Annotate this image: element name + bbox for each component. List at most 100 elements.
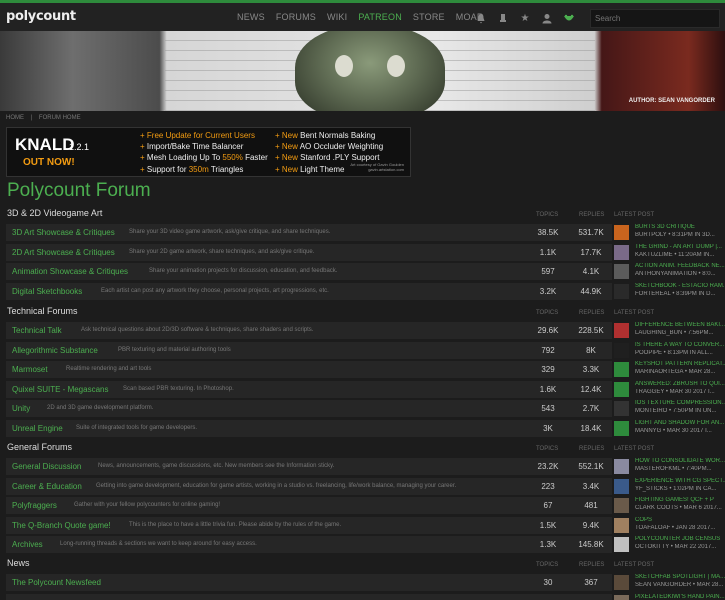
latest-post-avatar[interactable]	[614, 517, 629, 533]
latest-post-avatar[interactable]	[614, 420, 629, 436]
nav-forums[interactable]: FORUMS	[276, 12, 316, 22]
latest-post-title-link[interactable]: IS THERE A WAY TO CONVER...	[635, 342, 725, 348]
latest-post: ACTION ANIM. FEEDBACK NE... ANTHONYANIMAT…	[614, 263, 725, 280]
latest-post-avatar[interactable]	[614, 362, 629, 377]
section-title[interactable]: General Forums	[7, 442, 72, 452]
nav-store[interactable]: STORE	[413, 12, 445, 22]
latest-post-avatar[interactable]	[614, 323, 629, 338]
forum-name-link[interactable]: Polyfraggers	[12, 501, 57, 510]
ad-brand: KNALD	[15, 135, 75, 154]
section-title[interactable]: Technical Forums	[7, 306, 78, 316]
latest-post-meta: MANNYG • MAR 30 2017 I...	[635, 427, 712, 434]
latest-post-title-link[interactable]: BURTS 3D CRITIQUE	[635, 224, 725, 230]
bookmark-star-icon[interactable]: ★	[514, 11, 536, 25]
latest-post-meta: FORTEREAL • 8:39PM IN D...	[635, 290, 716, 297]
forum-name-link[interactable]: Digital Sketchbooks	[12, 287, 82, 296]
latest-post-avatar[interactable]	[614, 381, 629, 397]
notifications-bell-icon[interactable]	[470, 11, 492, 25]
latest-post-avatar[interactable]	[614, 264, 629, 279]
latest-post-title-link[interactable]: THE GRIND - AN ART DUMP |...	[635, 244, 725, 250]
latest-post-avatar[interactable]	[614, 459, 629, 474]
latest-post-avatar[interactable]	[614, 478, 629, 494]
latest-post-avatar[interactable]	[614, 225, 629, 240]
nav-wiki[interactable]: WIKI	[327, 12, 347, 22]
breadcrumb-home[interactable]: HOME	[6, 115, 24, 121]
latest-post-title-link[interactable]: LIGHT AND SHADOW FOR AN...	[635, 420, 725, 426]
col-replies-header: REPLIES	[579, 562, 605, 568]
section-title[interactable]: 3D & 2D Videogame Art	[7, 208, 102, 218]
messages-icon[interactable]	[492, 11, 514, 25]
section-title[interactable]: News	[7, 558, 30, 568]
profile-icon[interactable]	[536, 11, 558, 25]
forum-name-link[interactable]: 3D Art Showcase & Critiques	[12, 228, 115, 237]
user-avatar-smiley-icon[interactable]	[558, 11, 580, 25]
forum-name-link[interactable]: Unreal Engine	[12, 424, 63, 433]
latest-post-title-link[interactable]: COPS	[635, 517, 725, 523]
latest-post-title-link[interactable]: PIXELATEDKIWI'S HAND PAIN...	[635, 594, 725, 600]
topics-count: 223	[541, 481, 555, 491]
latest-post-avatar[interactable]	[614, 342, 629, 358]
latest-post-avatar[interactable]	[614, 244, 629, 260]
latest-post-title-link[interactable]: FIGHTING GAMES! QCF + P	[635, 497, 725, 503]
latest-post: ANSWERED: ZBRUSH TO QUI... TRAGGEY • MAR …	[614, 381, 725, 398]
forum-name-link[interactable]: Archives	[12, 540, 43, 549]
forum-name-link[interactable]: The Polycount Newsfeed	[12, 578, 101, 587]
latest-post-title-link[interactable]: HOW TO CONSOLIDATE WOR...	[635, 458, 725, 464]
replies-count: 4.1K	[582, 267, 600, 276]
knald-advertisement[interactable]: KNALD 1.2.1 OUT NOW! Free Update for Cur…	[6, 127, 411, 177]
forum-name-link[interactable]: Marmoset	[12, 365, 48, 374]
latest-post-title-link[interactable]: SKETCHFAB SPOTLIGHT | MA...	[635, 574, 725, 580]
col-topics-header: TOPICS	[536, 562, 559, 568]
latest-post-avatar[interactable]	[614, 575, 629, 590]
forum-name-link[interactable]: Unity	[12, 404, 30, 413]
latest-post-meta: LAUGHING_BUN • 7:56PM...	[635, 330, 714, 336]
latest-post-title-link[interactable]: DIFFERENCE BETWEEN BAKI...	[635, 322, 725, 328]
forum-row: Quixel SUITE - Megascans Scan based PBR t…	[6, 380, 612, 398]
latest-post-avatar[interactable]	[614, 537, 629, 552]
latest-post-title-link[interactable]: POLYCOUNTER JOB CENSUS	[635, 536, 725, 542]
breadcrumb: HOME | FORUM HOME	[6, 115, 86, 121]
latest-post: HOW TO CONSOLIDATE WOR... MASTEROFKML • 7…	[614, 458, 725, 475]
latest-post-title-link[interactable]: IOS TEXTURE COMPRESSION...	[635, 400, 725, 406]
latest-post-avatar[interactable]	[614, 498, 629, 513]
forum-row: Allegorithmic Substance PBR texturing and…	[6, 341, 612, 359]
forum-row: Unity 2D and 3D game development platform…	[6, 400, 612, 417]
nav-patreon[interactable]: PATREON	[358, 12, 402, 22]
forum-name-link[interactable]: Quixel SUITE - Megascans	[12, 385, 108, 394]
breadcrumb-forum-home[interactable]: FORUM HOME	[39, 115, 81, 121]
forum-name-link[interactable]: The Q-Branch Quote game!	[12, 521, 111, 530]
topics-count: 792	[541, 345, 555, 355]
search-input[interactable]	[590, 9, 720, 28]
header-banner: AUTHOR: SEAN VANGORDER	[0, 31, 725, 111]
forum-name-link[interactable]: Career & Education	[12, 482, 82, 491]
forum-row: Animation Showcase & Critiques Share your…	[6, 263, 612, 280]
latest-post-title-link[interactable]: EXPERIENCE WITH CG SPECT...	[635, 478, 725, 484]
latest-post-title-link[interactable]: ACTION ANIM. FEEDBACK NE...	[635, 263, 725, 269]
latest-post-avatar[interactable]	[614, 595, 629, 600]
forum-description: Long-running threads & sections we want …	[60, 541, 257, 547]
latest-post-avatar[interactable]	[614, 401, 629, 416]
forum-description: Gather with your fellow polycounters for…	[74, 502, 221, 508]
forum-name-link[interactable]: General Discussion	[12, 462, 81, 471]
latest-post-avatar[interactable]	[614, 283, 629, 299]
latest-post: EXPERIENCE WITH CG SPECT... YF_STICKS • 1…	[614, 478, 725, 495]
latest-post: LIGHT AND SHADOW FOR AN... MANNYG • MAR 3…	[614, 420, 725, 437]
forum-name-link[interactable]: Animation Showcase & Critiques	[12, 267, 128, 276]
col-topics-header: TOPICS	[536, 212, 559, 218]
topics-count: 1.5K	[539, 520, 557, 530]
forum-row: Unreal Engine Suite of integrated tools f…	[6, 419, 612, 437]
polycount-logo[interactable]: polycount	[6, 9, 76, 24]
latest-post-title-link[interactable]: KEYSHOT PATTERN REPLICAT...	[635, 361, 725, 367]
forum-description: This is the place to have a little trivi…	[129, 521, 342, 528]
nav-news[interactable]: NEWS	[237, 12, 265, 22]
latest-post-title-link[interactable]: ANSWERED: ZBRUSH TO QUI...	[635, 381, 725, 387]
forum-name-link[interactable]: Technical Talk	[12, 326, 62, 335]
forum-row: 2D Art Showcase & Critiques Share your 2D…	[6, 243, 612, 261]
col-topics-header: TOPICS	[536, 446, 559, 452]
main-nav: NEWS FORUMS WIKI PATREON STORE MOAR	[237, 12, 495, 22]
forum-name-link[interactable]: 2D Art Showcase & Critiques	[12, 248, 115, 257]
replies-count: 3.4K	[582, 481, 600, 491]
forum-description: Getting into game development, education…	[96, 482, 457, 489]
forum-name-link[interactable]: Allegorithmic Substance	[12, 346, 98, 355]
latest-post-title-link[interactable]: SKETCHBOOK - ESTACIO RAM...	[635, 283, 725, 289]
